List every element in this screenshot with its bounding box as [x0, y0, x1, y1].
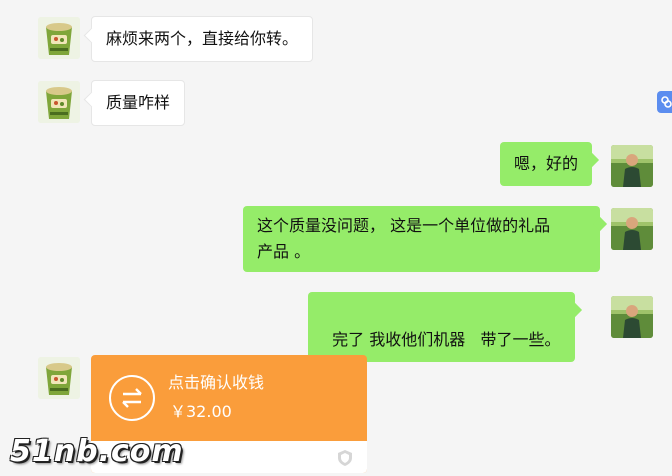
contact-avatar[interactable] — [38, 17, 80, 59]
message-text: 质量咋样 — [106, 93, 171, 112]
cup-noodle-icon — [38, 357, 80, 399]
contact-avatar[interactable] — [38, 357, 80, 399]
message-text: 嗯，好的 — [514, 154, 579, 173]
man-avatar-icon — [611, 296, 653, 338]
message-text: 麻烦来两个，直接给你转。 — [106, 29, 299, 48]
cup-noodle-icon — [38, 81, 80, 123]
transfer-card-body[interactable]: 点击确认收钱 ￥32.00 — [91, 355, 367, 441]
transfer-title: 点击确认收钱 — [168, 373, 265, 392]
transfer-arrows-icon — [109, 375, 155, 421]
cup-noodle-icon — [38, 17, 80, 59]
message-text-line: 这个质量没问题， 这是一个单位做的礼品 — [257, 216, 551, 235]
message-text: 完了 我收他们机器 带了一些。 — [332, 330, 561, 349]
message-bubble[interactable]: 完了 我收他们机器 带了一些。 — [308, 292, 575, 362]
watermark-logo: 51nb.com — [10, 434, 184, 469]
shield-icon — [338, 450, 352, 466]
message-bubble[interactable]: 质量咋样 — [91, 80, 186, 126]
my-avatar[interactable] — [611, 296, 653, 338]
message-bubble[interactable]: 嗯，好的 — [500, 142, 593, 186]
message-text-line: 产品 。 — [257, 242, 311, 261]
my-avatar[interactable] — [611, 145, 653, 187]
message-bubble[interactable]: 这个质量没问题， 这是一个单位做的礼品 产品 。 — [243, 206, 600, 272]
transfer-amount: ￥32.00 — [170, 402, 232, 421]
side-link-button[interactable] — [657, 91, 672, 113]
man-avatar-icon — [611, 208, 653, 250]
message-bubble[interactable]: 麻烦来两个，直接给你转。 — [91, 16, 314, 62]
man-avatar-icon — [611, 145, 653, 187]
contact-avatar[interactable] — [38, 81, 80, 123]
link-icon — [661, 96, 672, 108]
my-avatar[interactable] — [611, 208, 653, 250]
